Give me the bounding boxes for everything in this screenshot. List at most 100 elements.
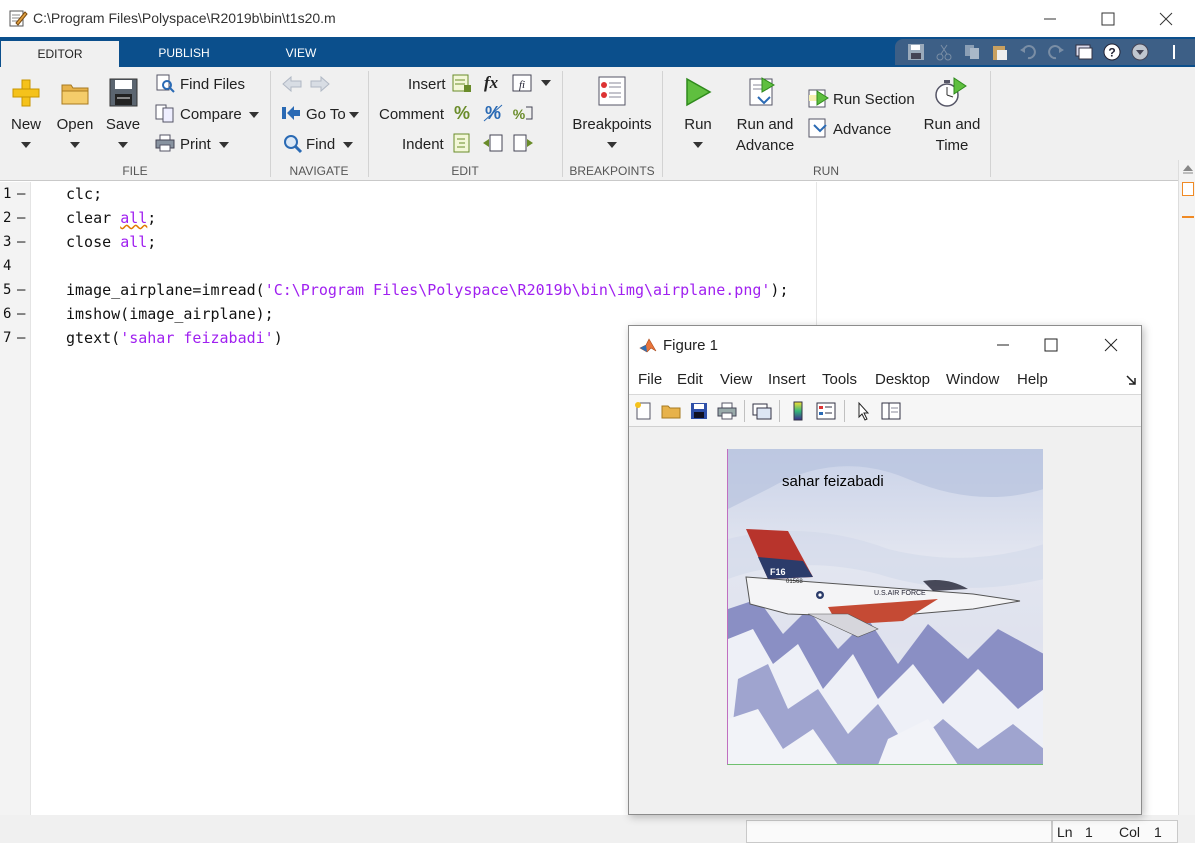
code-line[interactable]: clc; <box>66 185 102 203</box>
copy-icon[interactable] <box>963 43 981 61</box>
breakpoints-dropdown-caret[interactable] <box>607 142 617 148</box>
new-button[interactable]: New <box>6 114 46 135</box>
wrap-comments-icon[interactable]: % <box>512 103 534 123</box>
link-plot-icon[interactable] <box>752 401 772 421</box>
redo-icon[interactable] <box>1047 43 1065 61</box>
code-line[interactable]: gtext('sahar feizabadi') <box>66 329 283 347</box>
find-button[interactable]: Find <box>306 136 335 153</box>
help-icon[interactable]: ? <box>1103 43 1121 61</box>
airplane-image[interactable]: F16 01568 U.S.AIR FORCE sahar feizabadi <box>727 449 1043 765</box>
open-button[interactable]: Open <box>52 114 98 135</box>
save-dropdown-caret[interactable] <box>118 142 128 148</box>
scroll-thumb[interactable] <box>1182 182 1194 196</box>
tab-editor[interactable]: EDITOR <box>1 39 119 67</box>
comment-percent-icon[interactable]: % <box>452 103 472 123</box>
search-docs-icon[interactable] <box>1131 43 1149 61</box>
menu-edit[interactable]: Edit <box>677 371 703 388</box>
editor-vertical-scrollbar[interactable] <box>1178 160 1195 815</box>
back-arrow-icon[interactable] <box>281 75 303 93</box>
dock-arrow-icon[interactable] <box>1125 374 1137 386</box>
save-icon[interactable] <box>907 43 925 61</box>
matlab-logo-icon <box>639 338 657 353</box>
minimize-button[interactable] <box>1021 0 1079 37</box>
insert-legend-icon[interactable] <box>816 401 836 421</box>
figure-menubar: File Edit View Insert Tools Desktop Wind… <box>629 364 1141 394</box>
expand-icon[interactable] <box>1165 43 1183 61</box>
figure-close-button[interactable] <box>1089 326 1133 364</box>
breakpoint-marker[interactable]: – <box>17 306 25 322</box>
edit-plot-arrow-icon[interactable] <box>854 401 874 421</box>
paste-icon[interactable] <box>991 43 1009 61</box>
indent-button[interactable]: Indent <box>402 136 444 153</box>
insert-function-button[interactable]: fx <box>484 73 498 93</box>
forward-arrow-icon[interactable] <box>309 75 331 93</box>
new-figure-icon[interactable] <box>634 401 654 421</box>
run-section-button[interactable]: Run Section <box>833 91 915 108</box>
tab-publish[interactable]: PUBLISH <box>125 39 243 67</box>
code-string-token: all <box>120 233 148 251</box>
insert-button[interactable]: Insert <box>408 76 446 93</box>
goto-dropdown-caret[interactable] <box>349 112 359 118</box>
run-and-advance-button[interactable]: Run and Advance <box>733 114 797 156</box>
menu-insert[interactable]: Insert <box>768 371 806 388</box>
print-button[interactable]: Print <box>180 136 211 153</box>
run-button[interactable]: Run <box>675 114 721 135</box>
group-label-run: RUN <box>813 164 839 178</box>
print-figure-icon[interactable] <box>717 401 737 421</box>
figure-window[interactable]: Figure 1 File Edit View Insert Tools Des… <box>628 325 1142 815</box>
insert-section-icon[interactable] <box>452 73 472 93</box>
compare-button[interactable]: Compare <box>180 106 242 123</box>
insert-colorbar-icon[interactable] <box>788 401 808 421</box>
breakpoint-marker[interactable]: – <box>17 330 25 346</box>
breakpoint-marker[interactable]: – <box>17 210 25 226</box>
code-line[interactable]: clear all; <box>66 209 156 227</box>
decrease-indent-icon[interactable] <box>512 133 534 153</box>
breakpoint-marker[interactable]: – <box>17 234 25 250</box>
menu-help[interactable]: Help <box>1017 371 1048 388</box>
insert-fi-icon[interactable]: fi <box>512 73 534 93</box>
new-dropdown-caret[interactable] <box>21 142 31 148</box>
print-dropdown-caret[interactable] <box>219 142 229 148</box>
find-dropdown-caret[interactable] <box>343 142 353 148</box>
comment-button[interactable]: Comment <box>379 106 444 123</box>
goto-button[interactable]: Go To <box>306 106 346 123</box>
menu-desktop[interactable]: Desktop <box>875 371 930 388</box>
scroll-up-arrow-icon[interactable] <box>1182 162 1194 174</box>
menu-file[interactable]: File <box>638 371 662 388</box>
save-figure-icon[interactable] <box>689 401 709 421</box>
undo-icon[interactable] <box>1019 43 1037 61</box>
compare-dropdown-caret[interactable] <box>249 112 259 118</box>
advance-button[interactable]: Advance <box>833 121 891 138</box>
code-line[interactable]: imshow(image_airplane); <box>66 305 274 323</box>
tab-view[interactable]: VIEW <box>242 39 360 67</box>
uncomment-icon[interactable]: % <box>482 103 504 123</box>
menu-window[interactable]: Window <box>946 371 999 388</box>
smart-indent-icon[interactable] <box>452 133 472 153</box>
open-dropdown-caret[interactable] <box>70 142 80 148</box>
run-dropdown-caret[interactable] <box>693 142 703 148</box>
increase-indent-icon[interactable] <box>482 133 504 153</box>
switch-windows-icon[interactable] <box>1075 43 1093 61</box>
menu-view[interactable]: View <box>720 371 752 388</box>
figure-maximize-button[interactable] <box>1029 326 1073 364</box>
code-line[interactable]: image_airplane=imread('C:\Program Files\… <box>66 281 788 299</box>
find-files-button[interactable]: Find Files <box>180 76 245 93</box>
breakpoint-marker[interactable]: – <box>17 282 25 298</box>
svg-text:%: % <box>513 106 526 122</box>
open-file-icon[interactable] <box>661 401 681 421</box>
code-line[interactable]: close all; <box>66 233 156 251</box>
cut-icon[interactable] <box>935 43 953 61</box>
property-editor-icon[interactable] <box>881 401 901 421</box>
breakpoint-marker[interactable]: – <box>17 186 25 202</box>
scroll-marker <box>1182 216 1194 218</box>
gtext-label[interactable]: sahar feizabadi <box>782 473 884 490</box>
run-and-time-button[interactable]: Run and Time <box>918 114 986 156</box>
close-button[interactable] <box>1137 0 1195 37</box>
breakpoints-button[interactable]: Breakpoints <box>568 114 656 135</box>
maximize-button[interactable] <box>1079 0 1137 37</box>
figure-minimize-button[interactable] <box>981 326 1025 364</box>
insert-dropdown-caret[interactable] <box>541 80 551 86</box>
editor-ribbon: New Open Save Find Files Compare Print F… <box>0 67 1195 181</box>
menu-tools[interactable]: Tools <box>822 371 857 388</box>
save-button[interactable]: Save <box>102 114 144 135</box>
